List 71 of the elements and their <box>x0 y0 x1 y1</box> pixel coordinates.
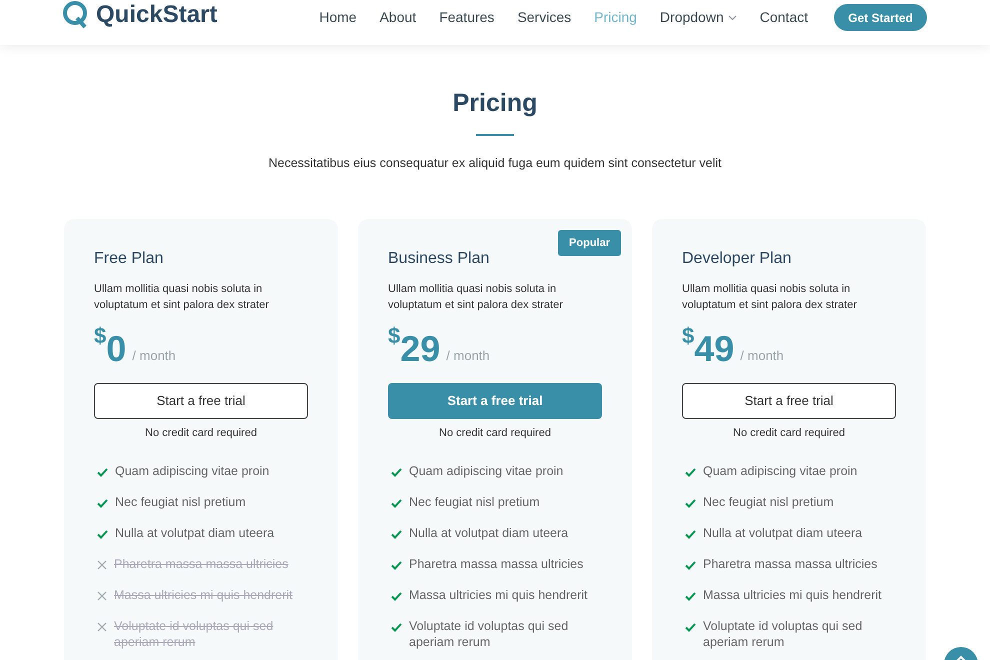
section-subtitle: Necessitatibus eius consequatur ex aliquid fuga eum quidem sint consectetur velit <box>268 155 722 172</box>
trial-button[interactable]: Start a free trial <box>388 382 602 419</box>
check-icon <box>391 561 402 570</box>
no-credit-note: No credit card required <box>438 426 552 441</box>
chevron-down-icon <box>728 14 737 20</box>
plan-name: Business Plan <box>388 250 490 267</box>
currency-symbol: $ <box>94 324 106 347</box>
nav-link[interactable]: Services <box>517 7 572 28</box>
popular-badge: Popular <box>558 230 621 256</box>
plan-name: Free Plan <box>94 250 164 267</box>
price-period: / month <box>740 347 784 366</box>
check-icon <box>685 623 696 632</box>
check-icon <box>685 468 696 478</box>
plan-description: Ullam mollitia quasi nobis soluta in voluptatum et sint palora dex strater <box>682 282 858 313</box>
feature-text: Nec feugiat nisl pretium <box>409 494 541 510</box>
feature-text: Voluptate id voluptas qui sed aperiam rerum <box>114 618 274 650</box>
currency-symbol: $ <box>388 324 400 347</box>
check-icon <box>391 530 402 540</box>
feature-text: Pharetra massa massa ultricies <box>409 556 584 572</box>
nav-link[interactable]: Contact <box>760 7 808 28</box>
plan-description: Ullam mollitia quasi nobis soluta in voluptatum et sint palora dex strater <box>388 282 564 313</box>
check-icon <box>685 499 696 508</box>
feature-text: Pharetra massa massa ultricies <box>114 556 290 572</box>
plan-price: 49 <box>694 330 734 367</box>
check-icon <box>391 499 402 508</box>
price-period: / month <box>132 347 176 366</box>
title-underline <box>476 134 514 136</box>
logo-text: QuickStart <box>96 1 218 29</box>
feature-text: Massa ultricies mi quis hendrerit <box>409 587 589 604</box>
feature-text: Nulla at volutpat diam uteera <box>703 525 864 542</box>
feature-text: Nulla at volutpat diam uteera <box>409 525 570 542</box>
feature-text: Massa ultricies mi quis hendrerit <box>703 587 883 604</box>
plan-name: Developer Plan <box>682 250 792 267</box>
cross-icon <box>97 591 107 602</box>
check-icon <box>391 468 402 478</box>
feature-text: Nulla at volutpat diam uteera <box>115 525 276 542</box>
check-icon <box>97 499 108 508</box>
feature-text: Quam adipiscing vitae proin <box>703 463 858 480</box>
section-title: Pricing <box>452 91 538 116</box>
trial-button[interactable]: Start a free trial <box>682 382 896 419</box>
plan-price: 29 <box>400 330 440 367</box>
feature-text: Massa ultricies mi quis hendrerit <box>114 587 294 604</box>
check-icon <box>97 530 108 540</box>
feature-text: Nec feugiat nisl pretium <box>115 494 247 510</box>
feature-text: Quam adipiscing vitae proin <box>409 463 564 480</box>
plan-description: Ullam mollitia quasi nobis soluta in voluptatum et sint palora dex strater <box>94 282 270 313</box>
nav-link[interactable]: Home <box>319 7 357 28</box>
check-icon <box>97 468 108 478</box>
cross-icon <box>97 560 107 570</box>
check-icon <box>391 623 402 632</box>
feature-text: Nec feugiat nisl pretium <box>703 494 835 510</box>
check-icon <box>685 530 696 540</box>
check-icon <box>685 592 696 602</box>
no-credit-note: No credit card required <box>144 426 258 441</box>
nav-link[interactable]: About <box>380 7 416 28</box>
feature-text: Quam adipiscing vitae proin <box>115 463 270 480</box>
nav-link[interactable]: Features <box>439 7 494 28</box>
plan-price: 0 <box>106 330 126 367</box>
no-credit-note: No credit card required <box>732 426 846 441</box>
feature-text: Pharetra massa massa ultricies <box>703 556 878 572</box>
get-started-button[interactable]: Get Started <box>834 4 927 31</box>
currency-symbol: $ <box>682 324 694 347</box>
feature-text: Voluptate id voluptas qui sed aperiam rerum <box>703 618 864 650</box>
nav-link[interactable]: Dropdown <box>660 7 737 28</box>
cross-icon <box>97 622 107 632</box>
feature-text: Voluptate id voluptas qui sed aperiam rerum <box>409 618 570 650</box>
check-icon <box>685 561 696 570</box>
trial-button[interactable]: Start a free trial <box>94 382 308 419</box>
price-period: / month <box>446 347 490 366</box>
logo-icon <box>62 1 90 29</box>
check-icon <box>391 592 402 602</box>
